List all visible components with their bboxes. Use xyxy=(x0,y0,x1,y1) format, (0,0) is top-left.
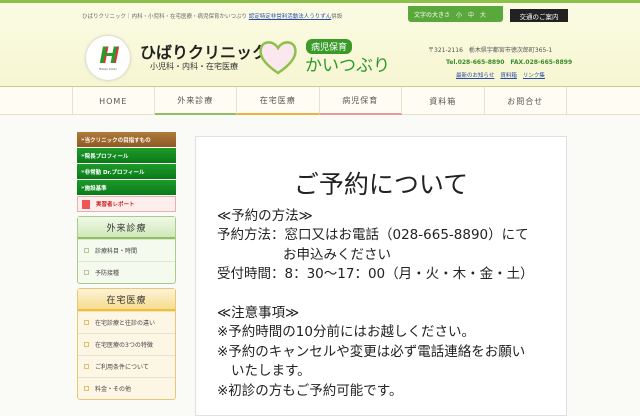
sidebar-item-doctor-profile[interactable]: » 非常勤 Dr.プロフィール xyxy=(77,164,176,179)
outpatient-menu: 外来診療 診療科目・時間 予防接種 xyxy=(77,216,176,284)
report-icon xyxy=(82,199,90,209)
reservation-info: ≪予約の方法≫ 予約方法：窓口又はお電話（028-665-8890）にて お申込… xyxy=(217,207,534,401)
section-heading: ≪注意事項≫ xyxy=(217,305,300,322)
nav-sick-child-care[interactable]: 病児保育 xyxy=(319,87,402,115)
nav-home[interactable]: HOME xyxy=(72,87,155,115)
news-link[interactable]: 最新のお知らせ xyxy=(456,71,494,79)
sidebar: » 当クリニックの目指すもの » 院長プロフィール » 非常勤 Dr.プロフィー… xyxy=(77,132,176,400)
reception-hours: 受付時間：8：30〜17：00（月・火・木・金・土） xyxy=(217,266,534,283)
homecare-menu-title: 在宅医療 xyxy=(78,289,175,311)
main-nav: HOME 外来診療 在宅医療 病児保育 資料箱 お問合せ xyxy=(0,87,640,115)
sidebar-item-homecare-difference[interactable]: 在宅診療と往診の違い xyxy=(78,311,175,333)
font-size-control: 文字の大きさ 小 中 大 xyxy=(408,6,503,22)
bullet-icon xyxy=(84,364,89,369)
header-links: 最新のお知らせ 資料箱 リンク集 xyxy=(456,71,545,79)
sidebar-item-conditions[interactable]: ご利用条件について xyxy=(78,355,175,377)
clinic-logo[interactable]: H Hibari Clinic xyxy=(86,36,130,80)
address: 〒321-2116 栃木県宇都宮市徳次郎町365-1 xyxy=(428,47,553,54)
reservation-method: 予約方法：窓口又はお電話（028-665-8890）にて xyxy=(217,227,529,244)
sidebar-item-hours[interactable]: 診療科目・時間 xyxy=(78,239,175,261)
links-link[interactable]: リンク集 xyxy=(523,71,545,79)
note: ※初診の方もご予約可能です。 xyxy=(217,382,403,399)
sidebar-item-trainee-report[interactable]: 実習者レポート xyxy=(77,196,176,212)
bullet-icon xyxy=(84,248,89,253)
homecare-menu: 在宅医療 在宅診療と往診の違い 在宅医療の3つの特徴 ご利用条件について 料金・… xyxy=(77,288,176,400)
nav-materials[interactable]: 資料箱 xyxy=(402,87,485,115)
heart-logo-icon xyxy=(259,41,297,75)
nav-outpatient[interactable]: 外来診療 xyxy=(154,87,237,115)
tel-fax: Tel.028-665-8890 FAX.028-665-8899 xyxy=(446,59,573,66)
tagline: ひばりクリニック｜内科・小児科・在宅医療・病児保育かいつぶり 認定特定非営利活動… xyxy=(82,14,343,20)
section-heading: ≪予約の方法≫ xyxy=(217,208,313,224)
header: ひばりクリニック｜内科・小児科・在宅医療・病児保育かいつぶり 認定特定非営利活動… xyxy=(0,3,640,87)
page-title: ご予約について xyxy=(293,170,469,199)
materials-link[interactable]: 資料箱 xyxy=(500,71,517,79)
font-small-button[interactable]: 小 xyxy=(456,10,462,19)
nav-homecare[interactable]: 在宅医療 xyxy=(237,87,320,115)
note: ※予約時間の10分前にはお越しください。 xyxy=(217,324,475,341)
access-button[interactable]: 交通のご案内 xyxy=(510,9,568,22)
font-medium-button[interactable]: 中 xyxy=(468,10,474,19)
bullet-icon xyxy=(84,270,89,275)
bullet-icon xyxy=(84,386,89,391)
sidebar-item-director-profile[interactable]: » 院長プロフィール xyxy=(77,148,176,163)
urizun-link[interactable]: 認定特定非営利活動法人うりずん xyxy=(249,14,332,20)
sidebar-item-fees[interactable]: 料金・その他 xyxy=(78,377,175,399)
clinic-subtitle: 小児科・内科・在宅医療 xyxy=(150,62,238,71)
bullet-icon xyxy=(84,320,89,325)
bullet-icon xyxy=(84,342,89,347)
font-large-button[interactable]: 大 xyxy=(480,10,486,19)
sidebar-item-vaccination[interactable]: 予防接種 xyxy=(78,261,175,283)
sidebar-item-homecare-features[interactable]: 在宅医療の3つの特徴 xyxy=(78,333,175,355)
sidebar-item-mission[interactable]: » 当クリニックの目指すもの xyxy=(77,132,176,147)
sidebar-item-facility-standards[interactable]: » 施設基準 xyxy=(77,180,176,195)
note: ※予約のキャンセルや変更は必ず電話連絡をお願い xyxy=(217,343,526,360)
clinic-name[interactable]: ひばりクリニック xyxy=(140,39,268,63)
nav-contact[interactable]: お問合せ xyxy=(485,87,567,115)
main-content: ご予約について ≪予約の方法≫ 予約方法：窓口又はお電話（028-665-889… xyxy=(195,136,567,416)
outpatient-menu-title: 外来診療 xyxy=(78,217,175,239)
kaitsuburi-name[interactable]: かいつぶり xyxy=(305,51,390,76)
